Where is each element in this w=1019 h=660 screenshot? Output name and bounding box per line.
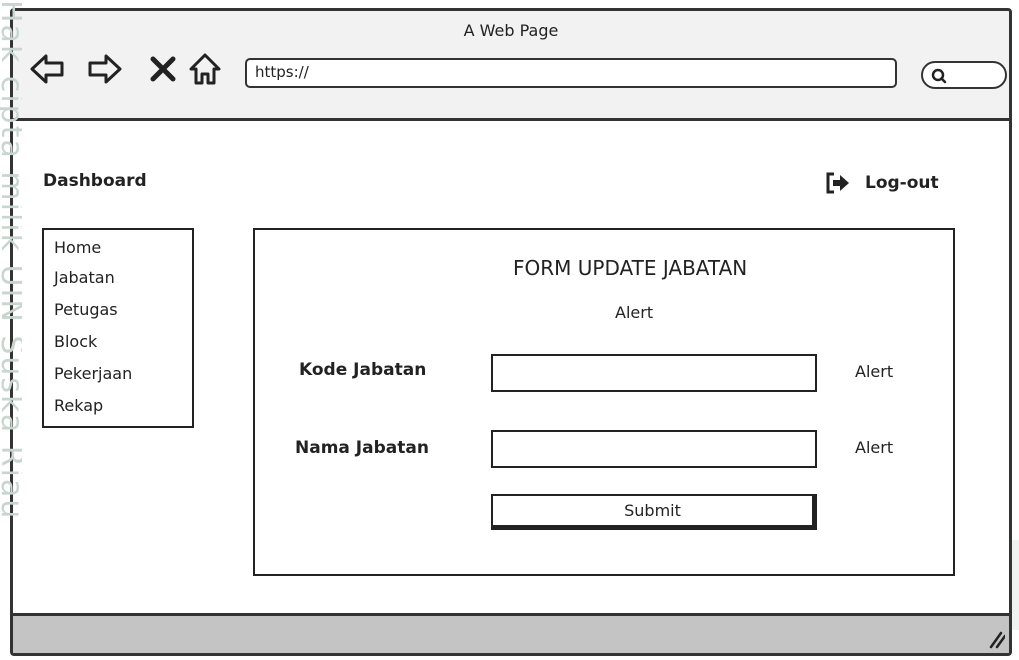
home-icon[interactable] [187, 51, 223, 87]
nama-jabatan-input[interactable] [491, 430, 817, 468]
window-title: A Web Page [463, 21, 559, 40]
url-input[interactable]: https:// [245, 58, 897, 88]
sidebar-item-home[interactable]: Home [54, 234, 182, 262]
kode-jabatan-input[interactable] [491, 354, 817, 392]
sidebar-item-pekerjaan[interactable]: Pekerjaan [54, 358, 182, 390]
close-x-icon[interactable] [145, 51, 181, 87]
kode-jabatan-alert: Alert [855, 362, 894, 381]
status-bar [13, 613, 1009, 653]
sidebar-item-block[interactable]: Block [54, 326, 182, 358]
logout-button[interactable]: Log-out [825, 171, 939, 195]
submit-button[interactable]: Submit [491, 494, 817, 530]
nama-jabatan-alert: Alert [855, 438, 894, 457]
kode-jabatan-label: Kode Jabatan [299, 360, 427, 380]
update-form-panel: FORM UPDATE JABATAN Alert Kode Jabatan A… [253, 228, 955, 576]
form-title: FORM UPDATE JABATAN [513, 256, 748, 280]
sidebar-item-jabatan[interactable]: Jabatan [54, 262, 182, 294]
form-alert: Alert [615, 303, 654, 322]
browser-toolbar: A Web Page https:// [13, 11, 1009, 121]
browser-window: A Web Page https:// Dashboard Log-out Ho… [10, 8, 1012, 656]
page-title: Dashboard [43, 171, 147, 191]
search-icon [931, 68, 947, 84]
sidebar-menu: Home Jabatan Petugas Block Pekerjaan Rek… [42, 228, 194, 428]
browser-search-field[interactable] [921, 61, 1007, 89]
sidebar-item-rekap[interactable]: Rekap [54, 390, 182, 422]
logout-label: Log-out [865, 173, 939, 193]
back-arrow-icon[interactable] [29, 51, 65, 87]
forward-arrow-icon[interactable] [87, 51, 123, 87]
nama-jabatan-label: Nama Jabatan [295, 438, 429, 458]
sidebar-item-petugas[interactable]: Petugas [54, 294, 182, 326]
page-content: Dashboard Log-out Home Jabatan Petugas B… [13, 121, 1009, 621]
resize-grip-icon[interactable] [983, 627, 1005, 649]
logout-icon [826, 172, 849, 194]
